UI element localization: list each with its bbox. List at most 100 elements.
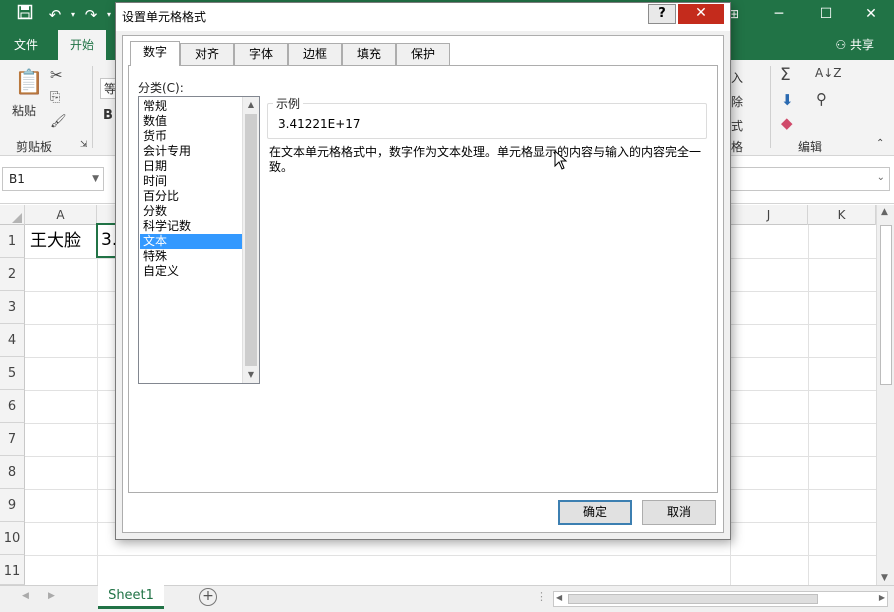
format-description: 在文本单元格格式中，数字作为文本处理。单元格显示的内容与输入的内容完全一致。 [269,145,702,174]
list-item[interactable]: 货币 [140,129,242,144]
chevron-down-icon[interactable]: ▼ [92,168,99,190]
select-all-corner[interactable] [0,205,25,225]
clipboard-launcher-icon[interactable]: ⇲ [80,140,88,150]
formula-input[interactable]: ⌄ [730,167,890,191]
collapse-ribbon-icon[interactable]: ⌃ [876,138,884,149]
help-button[interactable]: ? [648,4,676,24]
dialog-titlebar[interactable]: 设置单元格格式 ? ✕ [116,3,730,31]
gridline [25,555,876,556]
row-header[interactable]: 9 [0,489,25,522]
row-header[interactable]: 8 [0,456,25,489]
tab-border[interactable]: 边框 [288,43,342,65]
name-box-value: B1 [9,172,25,186]
list-item[interactable]: 百分比 [140,189,242,204]
horizontal-scrollbar[interactable]: ◀ ▶ [553,591,888,607]
splitter-icon[interactable]: ⋮ [536,590,547,603]
scroll-right-icon[interactable]: ▶ [879,593,885,602]
column-header-k[interactable]: K [808,205,876,225]
close-window-button[interactable]: ✕ [848,0,894,30]
scroll-left-icon[interactable]: ◀ [556,593,562,602]
gridline [808,225,809,585]
scroll-up-icon[interactable]: ▲ [243,97,259,113]
category-list-scrollbar[interactable]: ▲ ▼ [242,97,259,383]
list-item-selected[interactable]: 文本 [140,234,242,249]
row-header[interactable]: 7 [0,423,25,456]
list-item[interactable]: 常规 [140,99,242,114]
next-sheet-icon[interactable]: ▶ [48,591,55,601]
save-icon[interactable] [14,4,36,26]
row-header[interactable]: 4 [0,324,25,357]
column-header-j[interactable]: J [730,205,808,225]
clipboard-group-label: 剪贴板 [16,140,53,154]
column-header-a[interactable]: A [25,205,97,225]
add-sheet-icon[interactable]: + [199,588,217,606]
list-item[interactable]: 会计专用 [140,144,242,159]
minimize-button[interactable]: ─ [756,0,802,30]
format-label[interactable]: 式 [731,117,743,134]
expand-formula-icon[interactable]: ⌄ [877,172,885,183]
insert-label[interactable]: 入 [731,69,743,86]
horizontal-scroll-thumb[interactable] [568,594,818,604]
paste-icon[interactable]: 📋 [14,68,44,96]
vertical-scrollbar[interactable]: ▲ ▼ [876,205,894,585]
sheet-tab-bar: ◀ ▶ Sheet1 + ⋮ ◀ ▶ [0,585,894,612]
find-select-icon[interactable]: ⚲ [816,90,827,108]
clear-icon[interactable]: ◆ [781,114,793,132]
format-painter-icon[interactable]: 🖌 [50,114,67,129]
list-item[interactable]: 时间 [140,174,242,189]
sheet-tab-sheet1[interactable]: Sheet1 [98,585,164,609]
cells-group-label: 格 [731,140,744,154]
dialog-title: 设置单元格格式 [122,10,207,24]
close-dialog-button[interactable]: ✕ [678,4,724,24]
ok-button[interactable]: 确定 [558,500,632,525]
list-item[interactable]: 科学记数 [140,219,242,234]
scroll-up-icon[interactable]: ▲ [881,207,888,217]
prev-sheet-icon[interactable]: ◀ [22,591,29,601]
person-icon: ⚇ [835,38,850,52]
maximize-button[interactable]: ☐ [803,0,849,30]
row-header[interactable]: 2 [0,258,25,291]
scroll-down-icon[interactable]: ▼ [881,573,888,583]
share-button[interactable]: ⚇ 共享 [835,30,874,60]
autosum-icon[interactable]: Σ [780,65,791,85]
tab-font[interactable]: 字体 [234,43,288,65]
format-cells-dialog: 设置单元格格式 ? ✕ 数字 对齐 字体 边框 填充 保护 分类(C): 常规 … [115,2,731,540]
tab-alignment[interactable]: 对齐 [180,43,234,65]
sort-filter-icon[interactable]: A↓Z [815,66,841,80]
list-item[interactable]: 日期 [140,159,242,174]
scroll-down-icon[interactable]: ▼ [243,367,259,383]
tab-number[interactable]: 数字 [130,41,180,66]
share-label: 共享 [849,38,874,52]
cut-icon[interactable]: ✂ [50,66,63,84]
category-listbox[interactable]: 常规 数值 货币 会计专用 日期 时间 百分比 分数 科学记数 文本 特殊 自定… [138,96,260,384]
list-item[interactable]: 特殊 [140,249,242,264]
row-header[interactable]: 1 [0,225,25,258]
row-header[interactable]: 3 [0,291,25,324]
list-item[interactable]: 数值 [140,114,242,129]
sample-label: 示例 [273,95,304,112]
row-header[interactable]: 6 [0,390,25,423]
group-separator [770,66,771,148]
row-header[interactable]: 10 [0,522,25,555]
row-header[interactable]: 11 [0,555,25,585]
tab-protection[interactable]: 保护 [396,43,450,65]
bold-button[interactable]: B [103,108,113,123]
category-label: 分类(C): [138,81,184,95]
list-item[interactable]: 分数 [140,204,242,219]
category-list-scroll-thumb[interactable] [245,114,257,366]
copy-icon[interactable]: ⎘ [50,90,60,105]
row-header[interactable]: 5 [0,357,25,390]
group-separator [92,66,93,148]
delete-label[interactable]: 除 [731,93,743,110]
cell-a1[interactable]: 王大脸 [30,226,81,256]
editing-group-label: 编辑 [798,140,823,154]
list-item[interactable]: 自定义 [140,264,242,279]
fill-icon[interactable]: ⬇ [781,91,794,109]
vertical-scroll-thumb[interactable] [880,225,892,385]
paste-label[interactable]: 粘贴 [12,102,36,119]
tab-fill[interactable]: 填充 [342,43,396,65]
tab-file[interactable]: 文件 [2,30,50,60]
cancel-button[interactable]: 取消 [642,500,716,525]
name-box[interactable]: B1 ▼ [2,167,104,191]
tab-home[interactable]: 开始 [58,30,107,60]
